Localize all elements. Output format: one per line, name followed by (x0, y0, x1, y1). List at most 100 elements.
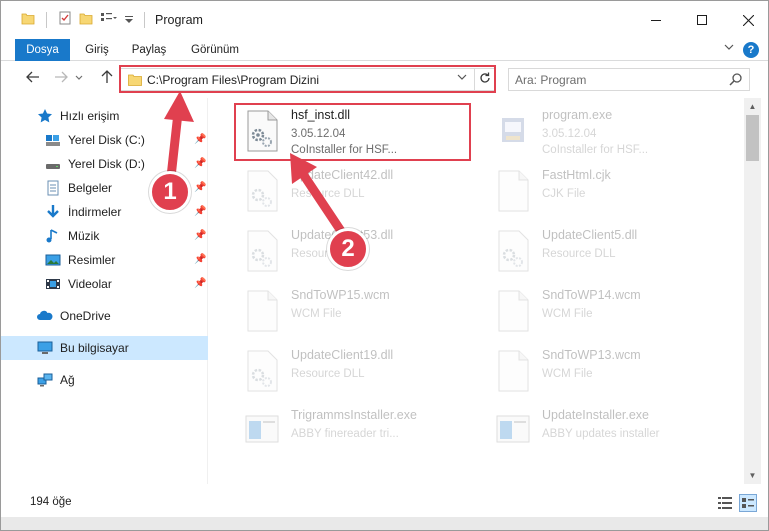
file-name: SndToWP15.wcm (291, 288, 390, 302)
tab-share[interactable]: Paylaş (124, 39, 174, 61)
ribbon-tabs: Dosya Giriş Paylaş Görünüm ? (1, 39, 768, 61)
file-type: Resource DLL (542, 248, 616, 260)
drive-icon (45, 156, 61, 172)
sidebar-item-label: Hızlı erişim (60, 109, 120, 123)
file-item-trigrammsinstaller[interactable]: TrigrammsInstaller.exe ABBY finereader t… (235, 404, 480, 462)
tab-view[interactable]: Görünüm (184, 39, 246, 61)
sidebar-item-label: Resimler (68, 253, 116, 267)
sidebar-item-label: Belgeler (68, 181, 113, 195)
drive-icon (45, 132, 61, 148)
close-button[interactable] (725, 1, 768, 39)
chevron-down-icon[interactable] (125, 13, 133, 27)
refresh-button[interactable] (474, 69, 495, 90)
dll-gear-icon (245, 110, 279, 152)
file-item-sndtowp13[interactable]: SndToWP13.wcm WCM File (486, 344, 731, 402)
file-item-fasthtml-cjk[interactable]: FastHtml.cjk CJK File (486, 164, 731, 222)
sidebar-item-quick-access[interactable]: Hızlı erişim (1, 104, 208, 128)
customize-qat-icon[interactable] (100, 11, 118, 28)
up-button[interactable] (97, 69, 117, 89)
pin-icon[interactable]: 📌 (194, 206, 206, 217)
scroll-up-button[interactable]: ▲ (744, 98, 761, 115)
maximize-button[interactable] (679, 1, 725, 39)
file-type: Resource DLL (291, 368, 365, 380)
annotation-badge-2: 2 (327, 228, 369, 270)
pin-icon[interactable]: 📌 (194, 158, 206, 169)
documents-icon (45, 180, 61, 196)
tiles-view-button[interactable] (739, 494, 757, 512)
address-dropdown-button[interactable] (457, 72, 467, 85)
file-version: 3.05.12.04 (542, 128, 597, 140)
maximize-icon (697, 15, 707, 25)
file-type: CJK File (542, 188, 586, 200)
file-version: 3.05.12.04 (291, 128, 346, 140)
search-box[interactable] (508, 68, 750, 91)
pin-icon[interactable]: 📌 (194, 254, 206, 265)
pin-icon[interactable]: 📌 (194, 182, 206, 193)
vertical-scrollbar[interactable]: ▲ ▼ (744, 98, 761, 484)
file-type: Resource DLL (291, 188, 365, 200)
forward-button[interactable] (51, 69, 71, 89)
dll-gear-icon (245, 350, 279, 392)
sidebar-item-local-disk-c[interactable]: Yerel Disk (C:) 📌 (1, 128, 208, 152)
exe-installer-icon (496, 110, 530, 152)
sidebar-item-videos[interactable]: Videolar 📌 (1, 272, 208, 296)
pin-icon[interactable]: 📌 (194, 134, 206, 145)
search-input[interactable] (515, 72, 715, 88)
new-folder-icon[interactable] (79, 11, 93, 28)
file-item-updateclient5[interactable]: UpdateClient5.dll Resource DLL (486, 224, 731, 282)
file-item-hsf-inst-dll[interactable]: hsf_inst.dll 3.05.12.04 CoInstaller for … (235, 104, 480, 162)
sidebar-item-network[interactable]: Ağ (1, 368, 208, 392)
file-item-program-exe[interactable]: program.exe 3.05.12.04 CoInstaller for H… (486, 104, 731, 162)
address-bar[interactable]: C:\Program Files\Program Dizini (120, 68, 495, 91)
file-item-sndtowp14[interactable]: SndToWP14.wcm WCM File (486, 284, 731, 342)
computer-icon (37, 340, 53, 356)
pin-icon[interactable]: 📌 (194, 230, 206, 241)
music-icon (45, 228, 61, 244)
window-title: Program (155, 13, 203, 27)
minimize-button[interactable] (633, 1, 679, 39)
scroll-down-button[interactable]: ▼ (744, 467, 761, 484)
tab-file[interactable]: Dosya (15, 39, 70, 61)
blank-file-icon (496, 350, 530, 392)
sidebar-item-onedrive[interactable]: OneDrive (1, 304, 208, 328)
network-icon (37, 372, 53, 388)
address-path[interactable]: C:\Program Files\Program Dizini (147, 73, 319, 87)
sidebar-item-pictures[interactable]: Resimler 📌 (1, 248, 208, 272)
help-button[interactable]: ? (743, 42, 759, 58)
file-item-sndtowp15[interactable]: SndToWP15.wcm WCM File (235, 284, 480, 342)
tab-home[interactable]: Giriş (79, 39, 115, 61)
file-name: UpdateClient42.dll (291, 168, 394, 182)
item-count: 194 öğe (30, 496, 72, 508)
sidebar-item-label: Yerel Disk (C:) (68, 133, 145, 147)
search-icon[interactable] (729, 72, 743, 89)
close-icon (742, 14, 754, 26)
videos-icon (45, 276, 61, 292)
file-name: UpdateClient19.dll (291, 348, 394, 362)
back-button[interactable] (23, 69, 43, 89)
quick-access-toolbar (21, 11, 149, 28)
toolbar-separator (46, 11, 47, 28)
pictures-icon (45, 252, 61, 268)
expand-ribbon-button[interactable] (721, 42, 737, 58)
scroll-thumb[interactable] (746, 115, 759, 161)
file-type: WCM File (291, 308, 342, 320)
recent-locations-button[interactable] (73, 69, 85, 89)
file-item-updateinstaller[interactable]: UpdateInstaller.exe ABBY updates install… (486, 404, 731, 462)
file-description: ABBY finereader tri... (291, 428, 399, 440)
file-description: CoInstaller for HSF... (291, 144, 398, 156)
details-view-icon (718, 497, 732, 509)
sidebar-item-this-pc[interactable]: Bu bilgisayar (1, 336, 208, 360)
file-item-updateclient42[interactable]: UpdateClient42.dll Resource DLL (235, 164, 480, 222)
file-name: program.exe (542, 108, 613, 122)
file-name: UpdateInstaller.exe (542, 408, 650, 422)
sidebar-item-music[interactable]: Müzik 📌 (1, 224, 208, 248)
sidebar-item-label: Ağ (60, 373, 75, 387)
pin-icon[interactable]: 📌 (194, 278, 206, 289)
file-item-updateclient19[interactable]: UpdateClient19.dll Resource DLL (235, 344, 480, 402)
annotation-badge-1: 1 (149, 171, 191, 213)
window-app-icon (245, 410, 279, 452)
dll-gear-icon (496, 230, 530, 272)
sidebar-item-label: Müzik (68, 229, 100, 243)
details-view-button[interactable] (717, 495, 733, 511)
properties-icon[interactable] (58, 11, 72, 28)
